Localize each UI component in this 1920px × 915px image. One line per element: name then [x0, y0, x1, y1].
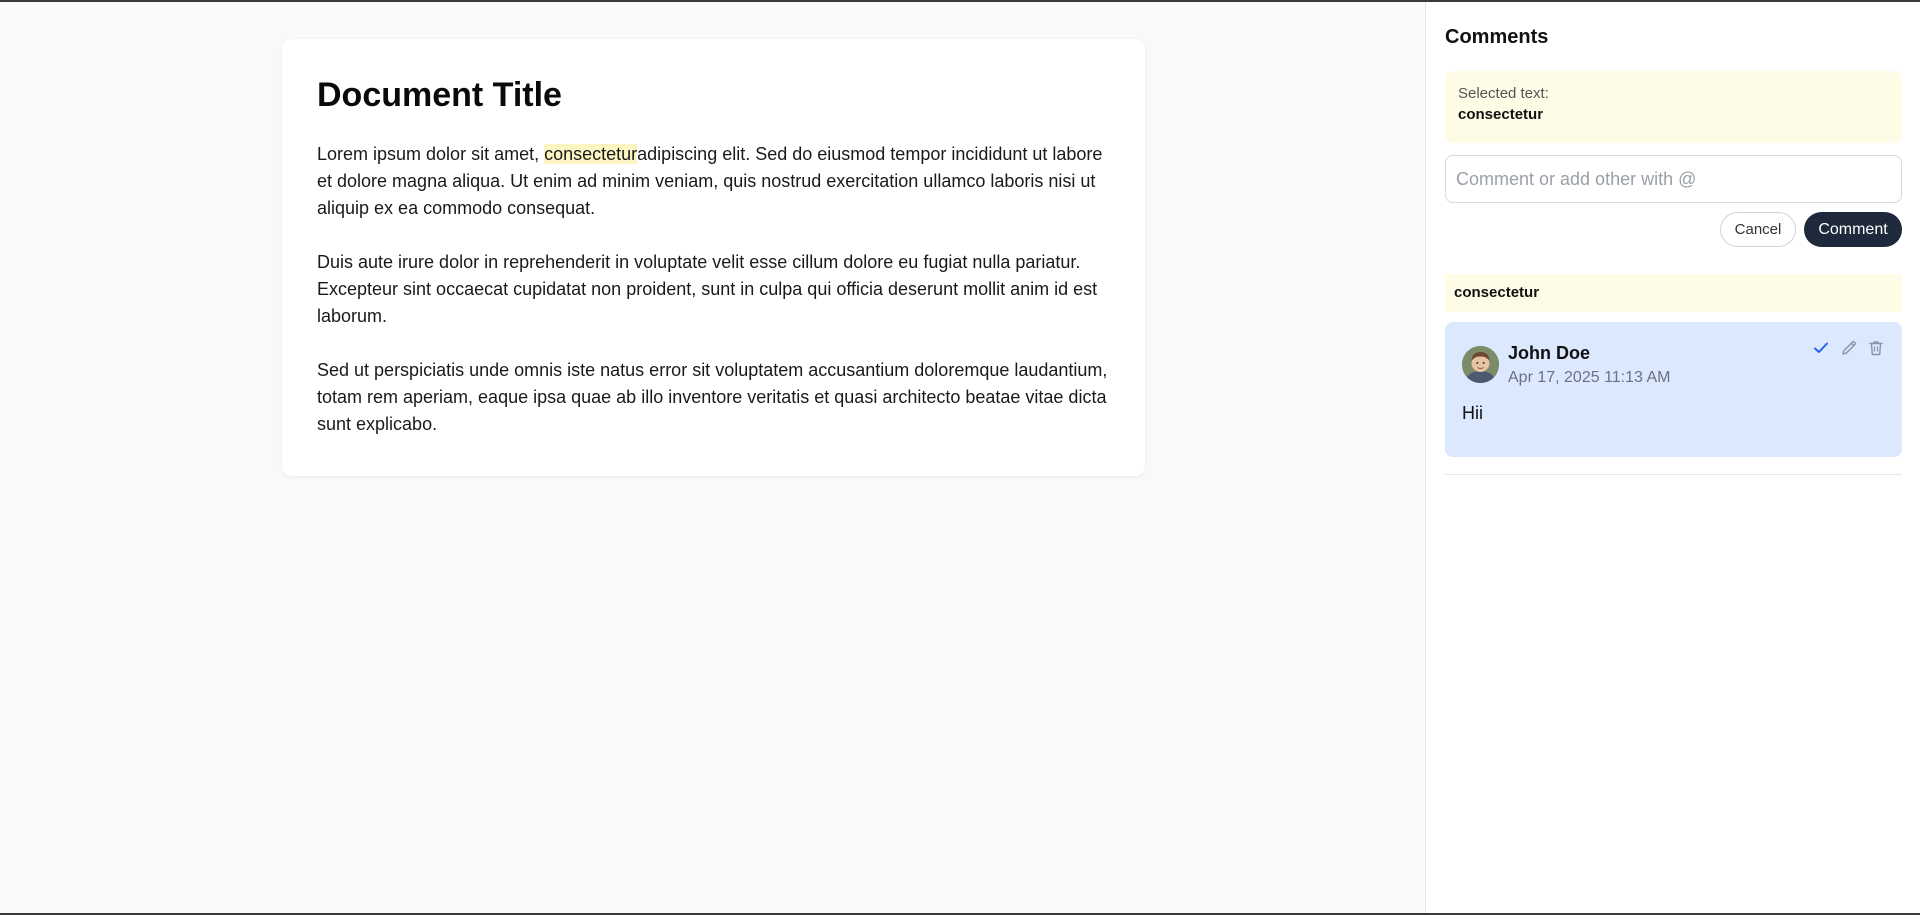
comment-input[interactable] [1445, 155, 1902, 203]
pencil-icon[interactable] [1839, 338, 1859, 358]
thread-quote[interactable]: consectetur [1445, 274, 1902, 312]
document-paragraph-2: Duis aute irure dolor in reprehenderit i… [317, 251, 1098, 326]
sidebar-title: Comments [1445, 26, 1549, 48]
document-area: Document Title Lorem ipsum dolor sit ame… [0, 2, 1425, 913]
comments-sidebar: Comments Selected text: consectetur Canc… [1425, 2, 1920, 913]
selected-text-value: consectetur [1458, 106, 1544, 123]
check-icon[interactable] [1811, 338, 1831, 358]
document-paragraph-1: Lorem ipsum dolor sit amet, consectetura… [317, 141, 1110, 222]
paragraph-text: Lorem ipsum dolor sit amet, [317, 143, 545, 164]
comment-button[interactable]: Comment [1804, 212, 1902, 247]
comment-card: John Doe Apr 17, 2025 11:13 AM Hii [1445, 322, 1902, 457]
selected-text-label: Selected text: [1458, 85, 1549, 102]
document-title: Document Title [317, 76, 562, 114]
comment-author: John Doe [1508, 343, 1591, 363]
document-paragraph-3: Sed ut perspiciatis unde omnis iste natu… [317, 359, 1108, 434]
comment-timestamp: Apr 17, 2025 11:13 AM [1508, 369, 1671, 386]
comment-body: Hii [1462, 403, 1483, 423]
trash-icon[interactable] [1866, 338, 1886, 358]
avatar [1462, 346, 1499, 383]
highlighted-text[interactable]: consectetur [544, 143, 638, 164]
divider [1445, 474, 1902, 475]
selected-text-box: Selected text: consectetur [1445, 71, 1902, 143]
cancel-button[interactable]: Cancel [1720, 212, 1796, 247]
document-card: Document Title Lorem ipsum dolor sit ame… [282, 39, 1145, 476]
